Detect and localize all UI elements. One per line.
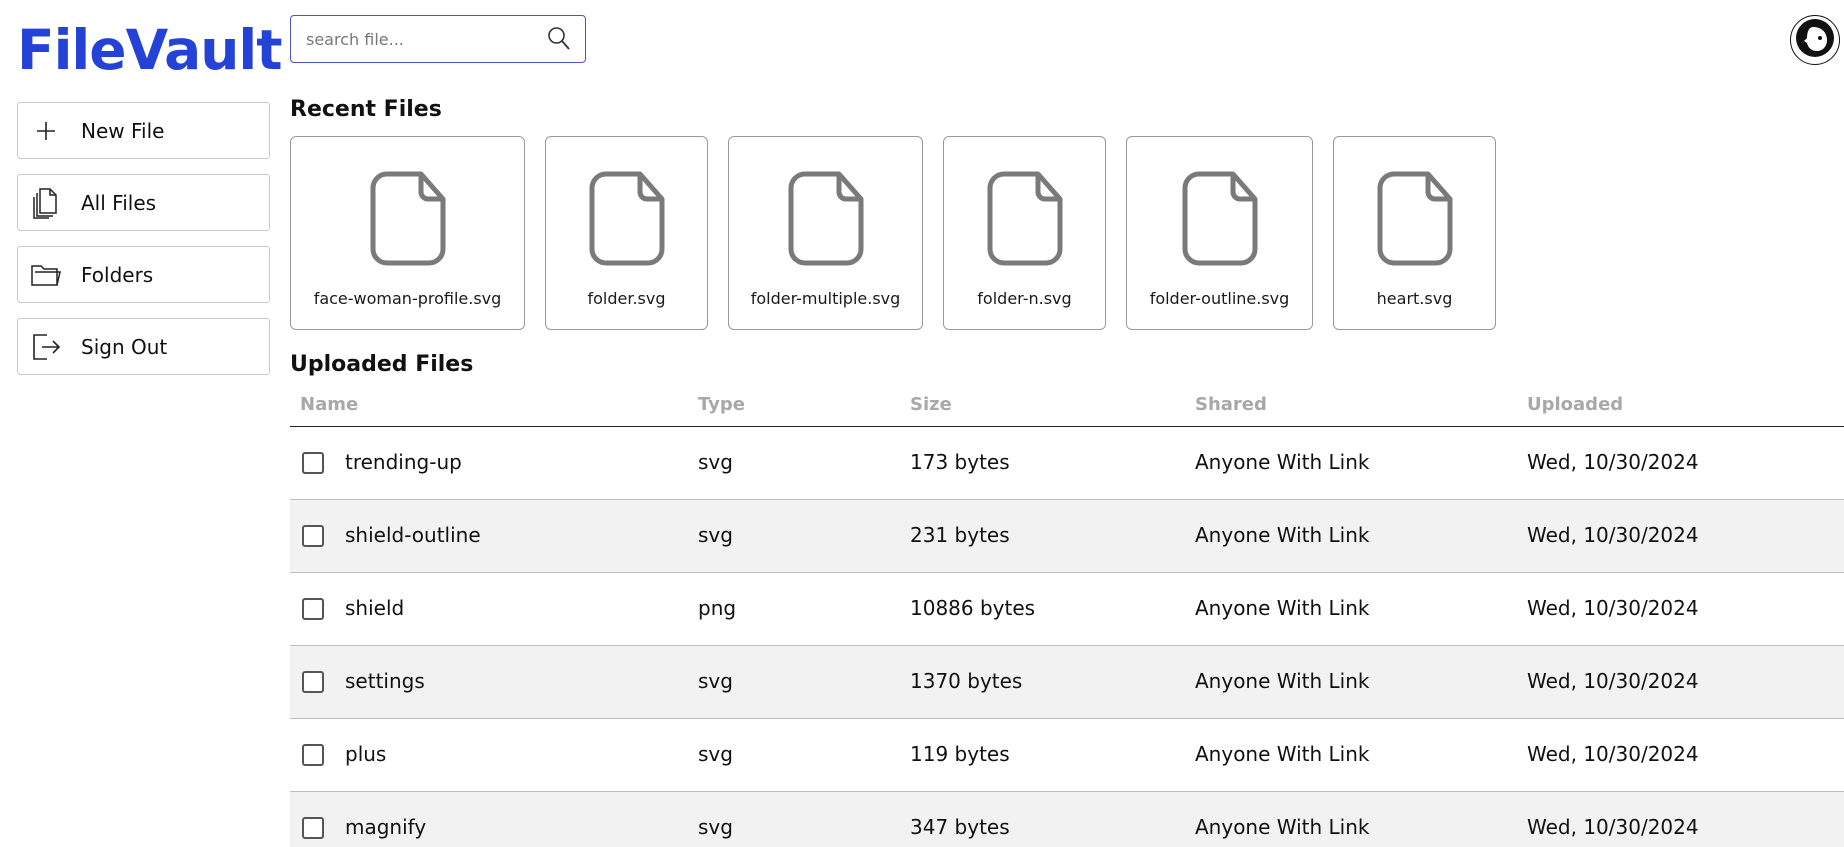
cell-name: trending-up	[345, 450, 462, 474]
sidebar-nav: New File All Files Folders Sign Out	[17, 102, 270, 390]
cell-type: png	[698, 596, 737, 620]
cell-shared: Anyone With Link	[1195, 815, 1370, 839]
file-icon	[1377, 171, 1453, 271]
recent-files-list: face-woman-profile.svg folder.svg folder…	[290, 136, 1516, 330]
cell-name: settings	[345, 669, 425, 693]
search-box	[290, 15, 586, 63]
recent-file-card[interactable]: folder-outline.svg	[1126, 136, 1313, 330]
cell-size: 173 bytes	[910, 450, 1010, 474]
cell-type: svg	[698, 523, 733, 547]
sidebar-item-all-files[interactable]: All Files	[17, 174, 270, 231]
cell-size: 347 bytes	[910, 815, 1010, 839]
recent-file-card[interactable]: face-woman-profile.svg	[290, 136, 525, 330]
sidebar-item-label: Sign Out	[81, 334, 168, 359]
table-header: Name Type Size Shared Uploaded	[290, 390, 1844, 427]
recent-file-card[interactable]: heart.svg	[1333, 136, 1496, 330]
recent-file-name: folder.svg	[587, 289, 666, 308]
cell-shared: Anyone With Link	[1195, 450, 1370, 474]
cell-type: svg	[698, 742, 733, 766]
file-icon	[589, 171, 665, 271]
column-header-type[interactable]: Type	[698, 394, 745, 415]
cell-shared: Anyone With Link	[1195, 669, 1370, 693]
cell-size: 10886 bytes	[910, 596, 1036, 620]
table-row[interactable]: magnify svg 347 bytes Anyone With Link W…	[290, 792, 1844, 847]
avatar-face-icon	[1793, 16, 1837, 64]
column-header-shared[interactable]: Shared	[1195, 394, 1267, 415]
table-row[interactable]: shield-outline svg 231 bytes Anyone With…	[290, 500, 1844, 573]
row-checkbox[interactable]	[302, 671, 324, 693]
sidebar-item-label: All Files	[81, 190, 157, 215]
file-icon	[370, 171, 446, 271]
table-row[interactable]: shield png 10886 bytes Anyone With Link …	[290, 573, 1844, 646]
file-icon	[987, 171, 1063, 271]
recent-file-card[interactable]: folder-multiple.svg	[728, 136, 923, 330]
logout-icon	[30, 331, 62, 363]
sidebar-item-label: Folders	[81, 262, 154, 287]
cell-uploaded: Wed, 10/30/2024	[1527, 523, 1699, 547]
search-input[interactable]	[306, 19, 546, 59]
cell-uploaded: Wed, 10/30/2024	[1527, 669, 1699, 693]
recent-file-name: folder-outline.svg	[1149, 289, 1290, 308]
recent-file-card[interactable]: folder-n.svg	[943, 136, 1106, 330]
recent-file-card[interactable]: folder.svg	[545, 136, 708, 330]
cell-name: plus	[345, 742, 387, 766]
app-logo[interactable]: FileVault	[17, 14, 283, 86]
table-row[interactable]: settings svg 1370 bytes Anyone With Link…	[290, 646, 1844, 719]
cell-name: shield	[345, 596, 405, 620]
file-icon	[1182, 171, 1258, 271]
sidebar-item-folders[interactable]: Folders	[17, 246, 270, 303]
table-row[interactable]: trending-up svg 173 bytes Anyone With Li…	[290, 427, 1844, 500]
cell-uploaded: Wed, 10/30/2024	[1527, 450, 1699, 474]
cell-uploaded: Wed, 10/30/2024	[1527, 815, 1699, 839]
cell-size: 231 bytes	[910, 523, 1010, 547]
cell-type: svg	[698, 815, 733, 839]
files-icon	[30, 187, 62, 219]
sidebar-item-label: New File	[81, 118, 165, 143]
cell-name: shield-outline	[345, 523, 481, 547]
folder-icon	[30, 259, 62, 291]
cell-shared: Anyone With Link	[1195, 523, 1370, 547]
cell-uploaded: Wed, 10/30/2024	[1527, 596, 1699, 620]
uploaded-files-table: Name Type Size Shared Uploaded trending-…	[290, 390, 1844, 847]
file-icon	[788, 171, 864, 271]
avatar[interactable]	[1790, 15, 1840, 65]
search-icon[interactable]	[547, 26, 571, 56]
cell-size: 119 bytes	[910, 742, 1010, 766]
table-row[interactable]: plus svg 119 bytes Anyone With Link Wed,…	[290, 719, 1844, 792]
sidebar-item-sign-out[interactable]: Sign Out	[17, 318, 270, 375]
uploaded-files-title: Uploaded Files	[290, 352, 474, 377]
row-checkbox[interactable]	[302, 452, 324, 474]
column-header-name[interactable]: Name	[300, 394, 358, 415]
column-header-uploaded[interactable]: Uploaded	[1527, 394, 1623, 415]
cell-name: magnify	[345, 815, 427, 839]
recent-file-name: heart.svg	[1376, 289, 1453, 308]
row-checkbox[interactable]	[302, 598, 324, 620]
recent-file-name: folder-n.svg	[977, 289, 1072, 308]
sidebar-item-new-file[interactable]: New File	[17, 102, 270, 159]
cell-shared: Anyone With Link	[1195, 742, 1370, 766]
cell-uploaded: Wed, 10/30/2024	[1527, 742, 1699, 766]
app-root: FileVault New File All Files Folders Sig…	[0, 0, 1844, 847]
plus-icon	[30, 115, 62, 147]
row-checkbox[interactable]	[302, 744, 324, 766]
cell-size: 1370 bytes	[910, 669, 1023, 693]
cell-shared: Anyone With Link	[1195, 596, 1370, 620]
row-checkbox[interactable]	[302, 525, 324, 547]
recent-file-name: face-woman-profile.svg	[313, 289, 502, 308]
cell-type: svg	[698, 669, 733, 693]
recent-file-name: folder-multiple.svg	[750, 289, 901, 308]
row-checkbox[interactable]	[302, 817, 324, 839]
column-header-size[interactable]: Size	[910, 394, 952, 415]
cell-type: svg	[698, 450, 733, 474]
recent-files-title: Recent Files	[290, 97, 442, 122]
